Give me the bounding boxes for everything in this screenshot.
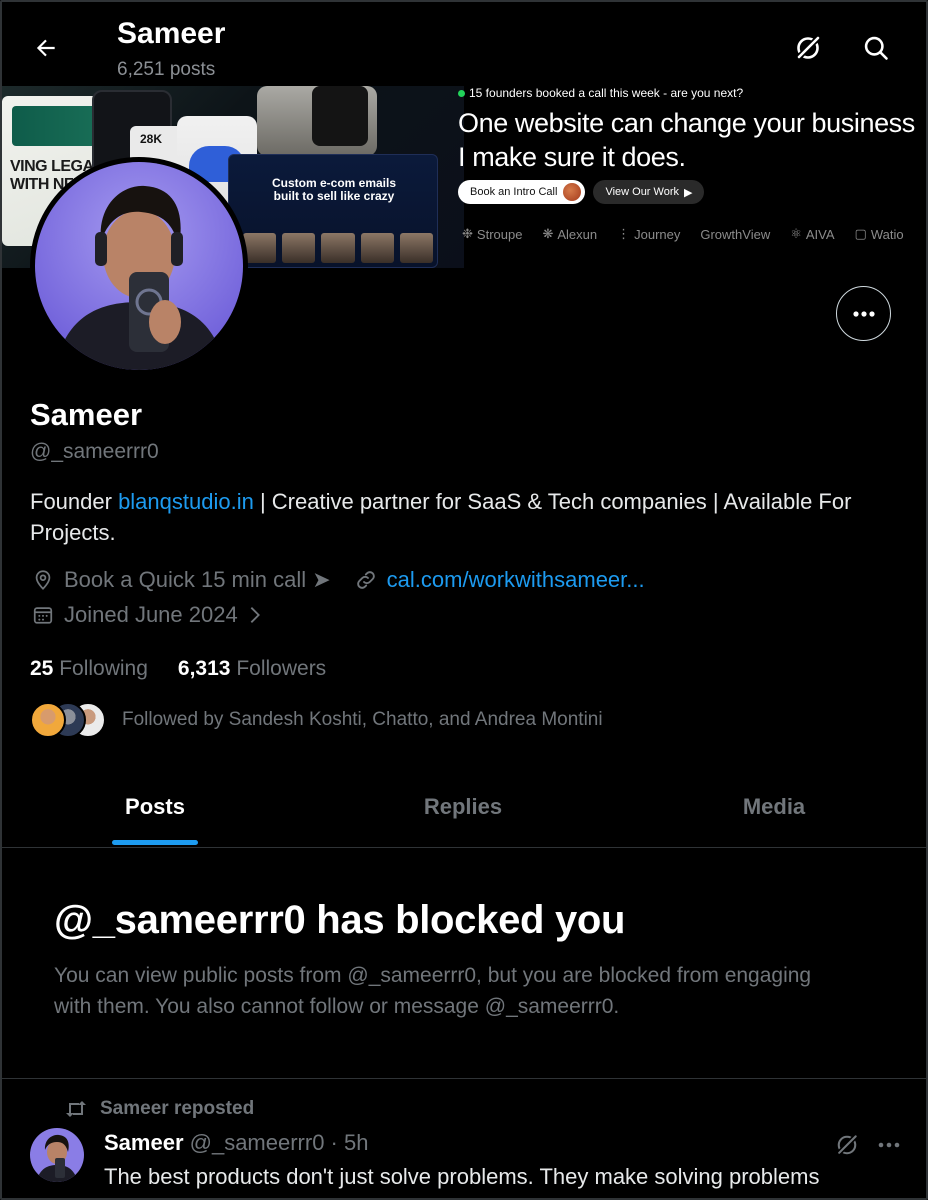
profile-page: VING LEGA TERS WITH NFIDENCE 28K Custom … xyxy=(0,0,928,1200)
client-logos: ❉ Stroupe ❋ Alexun ⋮ Journey GrowthView ⚛ AI… xyxy=(462,226,904,242)
following-count: 25 xyxy=(30,657,54,680)
logo-item: ▢ Watio xyxy=(854,226,904,242)
follow-stats: 25 Following 6,313 Followers xyxy=(30,657,326,681)
repost-indicator[interactable]: Sameer reposted xyxy=(64,1098,254,1120)
divider xyxy=(2,1078,926,1079)
live-dot-icon xyxy=(458,89,465,97)
tab-label: Posts xyxy=(125,794,185,819)
following-stat[interactable]: 25 Following xyxy=(30,657,148,681)
more-horizontal-icon xyxy=(852,310,875,317)
live-banner-text: 15 founders booked a call this week - ar… xyxy=(458,86,743,100)
more-options-button[interactable] xyxy=(836,286,891,341)
logo-item: ❋ Alexun xyxy=(542,226,598,242)
profile-website-link[interactable]: cal.com/workwithsameer... xyxy=(387,567,645,593)
followed-by[interactable]: Followed by Sandesh Koshti, Chatto, and … xyxy=(30,702,603,738)
tab-media[interactable]: Media xyxy=(618,772,926,847)
repost-icon xyxy=(66,1101,86,1117)
mockup-heading: Custom e-com emails built to sell like c… xyxy=(271,176,397,203)
search-icon xyxy=(864,36,888,60)
grok-icon xyxy=(795,34,822,61)
profile-joined: Joined June 2024 xyxy=(64,602,238,627)
followed-by-text: Followed by Sandesh Koshti, Chatto, and … xyxy=(122,709,603,730)
post-header: Sameer @_sameerrr0 · 5h xyxy=(104,1130,368,1156)
profile-joined-row[interactable]: Joined June 2024 xyxy=(30,602,276,628)
banner-work-label: View Our Work xyxy=(605,186,679,198)
banner-promo: 15 founders booked a call this week - ar… xyxy=(458,86,926,268)
logo-item: GrowthView xyxy=(700,226,771,242)
blocked-title: @_sameerrr0 has blocked you xyxy=(54,898,626,942)
profile-location: Book a Quick 15 min call ➤ xyxy=(64,567,331,592)
profile-name: Sameer xyxy=(30,397,143,432)
followers-label: Followers xyxy=(236,657,327,680)
repost-label: Sameer reposted xyxy=(100,1098,255,1119)
location-pin-icon xyxy=(30,567,56,593)
more-horizontal-icon xyxy=(878,1142,900,1148)
search-button[interactable] xyxy=(858,30,894,66)
bio-prefix: Founder xyxy=(30,489,119,514)
mockup-card xyxy=(312,86,368,146)
logo-item: ❉ Stroupe xyxy=(462,226,523,242)
banner-headline-line1: One website can change your business xyxy=(458,108,915,138)
profile-handle: @_sameerrr0 xyxy=(30,440,159,463)
profile-tabs: Posts Replies Media xyxy=(2,772,926,848)
logo-item: ⚛ AIVA xyxy=(790,226,835,242)
post-text: The best products don't just solve probl… xyxy=(104,1164,820,1189)
arrow-left-icon xyxy=(36,39,55,57)
post-author-meta: @_sameerrr0 · 5h xyxy=(183,1130,369,1155)
mockup-email-card: Custom e-com emails built to sell like c… xyxy=(228,154,438,268)
avatar-icon xyxy=(563,183,582,201)
bio-link[interactable]: blanqstudio.in xyxy=(118,489,254,514)
banner-work-button: View Our Work ▶ xyxy=(593,180,705,204)
grok-icon xyxy=(836,1133,859,1156)
followers-stat[interactable]: 6,313 Followers xyxy=(178,657,326,681)
followed-by-avatars xyxy=(30,702,106,738)
followers-count: 6,313 xyxy=(177,657,231,680)
header-backdrop xyxy=(2,2,462,86)
logo-item: ⋮ Journey xyxy=(617,226,681,242)
back-button[interactable] xyxy=(28,30,64,66)
profile-bio: Founder blanqstudio.in | Creative partne… xyxy=(30,486,900,548)
tab-label: Media xyxy=(742,794,806,819)
post-grok-button[interactable] xyxy=(832,1130,862,1160)
tab-replies[interactable]: Replies xyxy=(308,772,618,847)
profile-meta-row: Book a Quick 15 min call ➤ cal.com/workw… xyxy=(30,567,645,593)
header-title: Sameer xyxy=(117,17,226,50)
tab-posts[interactable]: Posts xyxy=(2,772,308,847)
active-tab-indicator xyxy=(112,840,198,845)
calendar-icon xyxy=(30,602,56,628)
post-more-button[interactable] xyxy=(874,1130,904,1160)
following-label: Following xyxy=(59,657,148,680)
header-post-count: 6,251 posts xyxy=(117,59,216,80)
avatar xyxy=(30,702,66,738)
post-author-avatar[interactable] xyxy=(30,1128,84,1182)
play-icon: ▶ xyxy=(684,186,693,199)
link-icon xyxy=(353,567,379,593)
banner-headline: One website can change your business I m… xyxy=(458,106,915,174)
banner-headline-line2: I make sure it does. xyxy=(458,142,686,172)
mockup-stat: 28K xyxy=(140,132,163,146)
banner-intro-button: Book an Intro Call xyxy=(458,180,586,204)
profile-avatar[interactable] xyxy=(30,157,248,375)
grok-button[interactable] xyxy=(790,30,826,66)
chevron-right-icon xyxy=(242,602,268,628)
blocked-message: You can view public posts from @_sameerr… xyxy=(54,964,812,1018)
live-text: 15 founders booked a call this week - ar… xyxy=(469,86,744,100)
post-author-name[interactable]: Sameer xyxy=(104,1130,184,1155)
tab-label: Replies xyxy=(423,794,503,819)
banner-intro-label: Book an Intro Call xyxy=(470,186,558,198)
